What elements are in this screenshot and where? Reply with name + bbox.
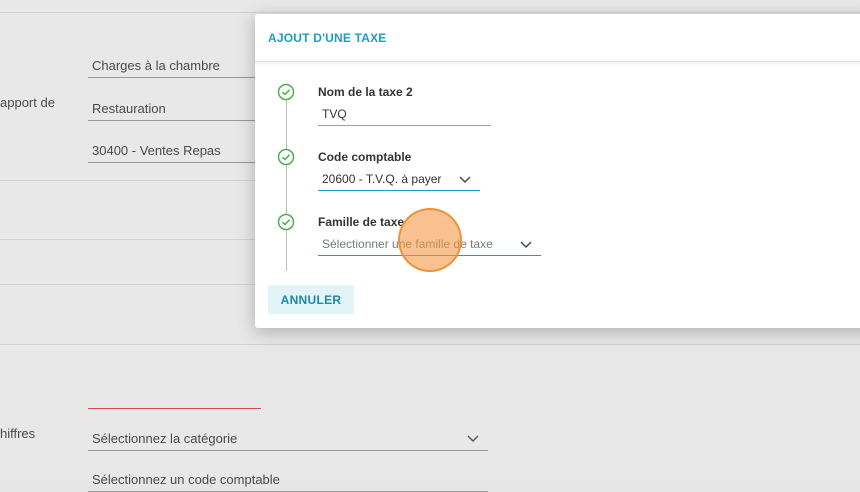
step-label-tax-name: Nom de la taxe 2: [318, 85, 413, 99]
modal-title: AJOUT D'UNE TAXE: [268, 30, 387, 45]
stepper-line: [286, 96, 287, 271]
category-select-value: Sélectionnez la catégorie: [92, 431, 238, 446]
accounting-code-select[interactable]: 20600 - T.V.Q. à payer: [318, 169, 480, 191]
field-label-rapport: apport de: [0, 95, 55, 110]
check-circle-icon: [277, 213, 295, 231]
background-field-2[interactable]: Restauration: [88, 99, 268, 121]
background-field-3[interactable]: 30400 - Ventes Repas: [88, 141, 268, 163]
error-underline: [88, 408, 261, 409]
add-tax-modal: AJOUT D'UNE TAXE Nom de la taxe 2 TVQ Co…: [255, 14, 860, 328]
chevron-down-icon: [467, 435, 479, 442]
chevron-down-icon: [459, 176, 471, 183]
accounting-code-select-value: Sélectionnez un code comptable: [92, 472, 280, 487]
check-circle-icon: [277, 83, 295, 101]
modal-header: AJOUT D'UNE TAXE: [255, 14, 860, 62]
field-label-chiffres: hiffres: [0, 426, 36, 441]
chevron-down-icon: [520, 241, 532, 248]
check-circle-icon: [277, 148, 295, 166]
divider: [0, 344, 860, 345]
step-label-tax-family: Famille de taxe: [318, 215, 405, 229]
step-label-accounting-code: Code comptable: [318, 150, 412, 164]
category-select[interactable]: Sélectionnez la catégorie: [88, 429, 488, 451]
background-field-1[interactable]: Charges à la chambre: [88, 56, 268, 78]
tax-name-input[interactable]: TVQ: [318, 104, 491, 126]
click-indicator: [398, 208, 462, 272]
accounting-code-select[interactable]: Sélectionnez un code comptable: [88, 470, 488, 492]
divider: [0, 12, 860, 13]
accounting-code-value: 20600 - T.V.Q. à payer: [322, 172, 442, 186]
cancel-button[interactable]: ANNULER: [268, 285, 354, 314]
